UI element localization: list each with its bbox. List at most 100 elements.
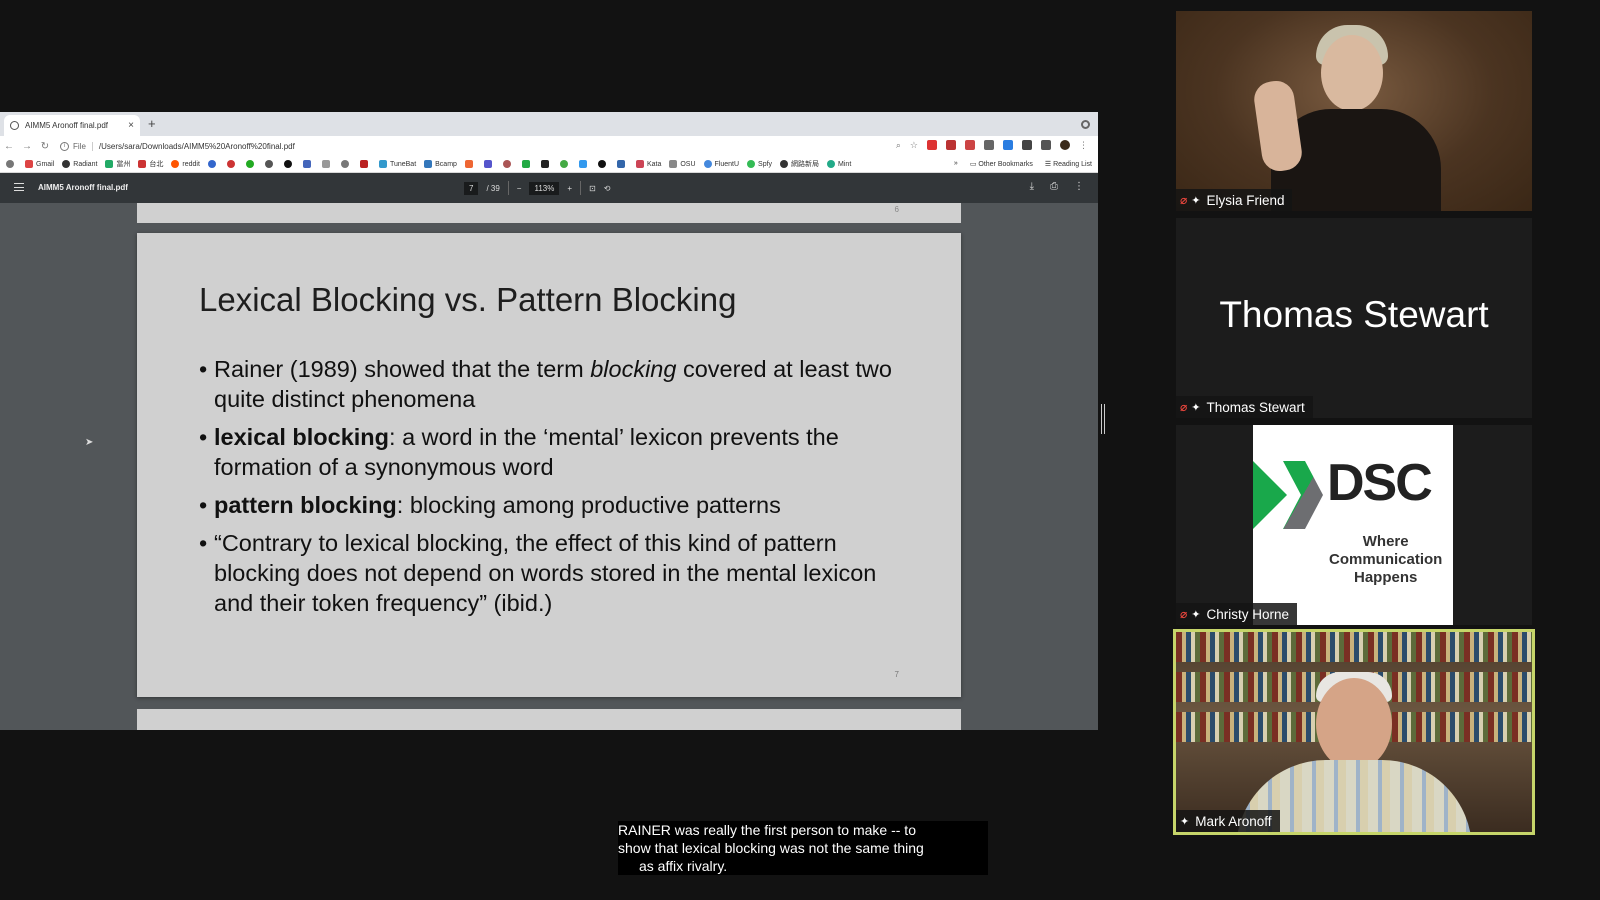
zoom-icon[interactable]: ⌕ [896, 140, 901, 151]
back-icon[interactable]: ← [0, 141, 18, 152]
zoom-level-input[interactable]: 113% [529, 181, 560, 195]
info-icon[interactable]: i [60, 141, 69, 151]
close-tab-icon[interactable]: × [128, 120, 134, 131]
bookmark-item[interactable]: Mint [827, 160, 851, 168]
bookmark-item[interactable]: Kata [635, 160, 661, 168]
bookmark-icon[interactable] [359, 160, 371, 168]
download-icon[interactable]: ⤓ [1030, 181, 1034, 192]
reload-icon[interactable]: ↻ [36, 141, 54, 152]
bookmark-icon[interactable] [578, 160, 590, 168]
reading-list-button[interactable]: ☰ Reading List [1045, 160, 1092, 168]
participant-tile[interactable]: Thomas Stewart ⌀ ✦ Thomas Stewart [1176, 218, 1532, 418]
bookmark-item[interactable]: OSU [669, 160, 696, 168]
divider [507, 181, 509, 195]
forward-icon[interactable]: → [18, 141, 36, 152]
bookmark-item[interactable]: 台北 [138, 159, 163, 169]
bookmark-item[interactable]: Radiant [62, 160, 97, 168]
bookmark-icon[interactable] [559, 160, 571, 168]
extension-icon[interactable] [1003, 140, 1013, 150]
pin-icon: ✦ [1191, 608, 1201, 621]
extension-icon[interactable] [1022, 140, 1032, 150]
bookmark-item[interactable]: 當州 [105, 159, 130, 169]
bookmark-item[interactable]: Gmail [25, 160, 54, 168]
address-scheme: File [73, 141, 93, 151]
bookmark-icon[interactable] [264, 160, 276, 168]
extension-icon[interactable] [927, 140, 937, 150]
participant-display-name: Thomas Stewart [1219, 294, 1489, 335]
pdf-toolbar: AIMM5 Aronoff final.pdf 7 / 39 − 113% + … [0, 173, 1098, 203]
bookmark-item[interactable]: Bcamp [424, 160, 457, 168]
page-number-input[interactable]: 7 [464, 181, 479, 195]
star-icon[interactable]: ☆ [910, 140, 918, 151]
bookmark-icon[interactable] [540, 160, 552, 168]
apps-icon[interactable] [6, 160, 17, 168]
page-total: / 39 [486, 183, 500, 193]
bullet-item: “Contrary to lexical blocking, the effec… [199, 528, 919, 618]
bookmark-item[interactable]: Spfy [747, 160, 772, 168]
fit-page-icon[interactable]: ⊡ [589, 184, 596, 193]
live-captions: RAINER was really the first person to ma… [618, 821, 988, 875]
print-icon[interactable]: ⎙ [1050, 181, 1058, 192]
participant-video [1176, 632, 1532, 832]
extensions-area: ⌕ ☆ ⋮ [896, 140, 1088, 151]
mouse-cursor-icon: ➤ [85, 437, 94, 448]
mic-off-icon: ⌀ [1180, 607, 1188, 621]
bookmark-item[interactable]: FluentU [703, 160, 739, 168]
extension-icon[interactable] [946, 140, 956, 150]
rotate-icon[interactable]: ⟲ [604, 184, 611, 193]
participant-tile[interactable]: ⌀ ✦ Elysia Friend [1176, 11, 1532, 211]
bookmark-icon[interactable] [597, 160, 609, 168]
bookmark-icon[interactable] [302, 160, 314, 168]
zoom-out-button[interactable]: − [517, 184, 522, 193]
browser-tab[interactable]: AIMM5 Aronoff final.pdf × [4, 115, 140, 136]
bookmark-item[interactable]: 網路新局 [780, 159, 819, 169]
pdf-viewer[interactable]: 6 Lexical Blocking vs. Pattern Blocking … [0, 203, 1098, 730]
bookmark-icon[interactable] [207, 160, 219, 168]
omnibox[interactable]: i File /Users/sara/Downloads/AIMM5%20Aro… [60, 141, 295, 151]
bookmark-icon[interactable] [226, 160, 238, 168]
address-url[interactable]: /Users/sara/Downloads/AIMM5%20Aronoff%20… [99, 142, 295, 151]
caption-line: show that lexical blocking was not the s… [618, 839, 988, 857]
mic-off-icon: ⌀ [1180, 193, 1188, 207]
page-navigator: 7 / 39 − 113% + ⊡ ⟲ [464, 181, 610, 195]
zoom-in-button[interactable]: + [567, 184, 572, 193]
new-tab-button[interactable]: + [148, 116, 156, 131]
bookmark-icon[interactable] [283, 160, 295, 168]
bookmark-icon[interactable] [464, 160, 476, 168]
bookmark-icon[interactable] [321, 160, 333, 168]
menu-icon[interactable] [14, 183, 24, 191]
bookmark-item[interactable]: TuneBat [378, 160, 416, 168]
bookmark-item[interactable]: reddit [171, 160, 200, 168]
record-icon [1081, 120, 1090, 129]
bookmark-icon[interactable] [245, 160, 257, 168]
caption-line: as affix rivalry. [618, 857, 988, 875]
bookmark-icon[interactable] [616, 160, 628, 168]
tab-title: AIMM5 Aronoff final.pdf [25, 121, 109, 130]
bullet-item: Rainer (1989) showed that the term block… [199, 354, 919, 414]
bookmark-icon[interactable] [483, 160, 495, 168]
pdf-page-current: Lexical Blocking vs. Pattern Blocking Ra… [137, 233, 961, 697]
extension-icon[interactable] [965, 140, 975, 150]
participant-tile-active-speaker[interactable]: ✦ Mark Aronoff [1173, 629, 1535, 835]
bookmark-icon[interactable] [340, 160, 352, 168]
bookmarks-overflow-button[interactable]: » [954, 160, 958, 168]
bookmark-icon[interactable] [521, 160, 533, 168]
other-bookmarks-folder[interactable]: ▭ Other Bookmarks [970, 160, 1033, 168]
participant-nametag: ✦ Mark Aronoff [1176, 810, 1280, 832]
participant-tile[interactable]: DSC Where Communication Happens ⌀ ✦ Chri… [1176, 425, 1532, 625]
extension-icon[interactable] [984, 140, 994, 150]
more-options-icon[interactable]: ⋮ [1074, 181, 1084, 192]
pin-icon: ✦ [1191, 401, 1201, 414]
puzzle-icon[interactable] [1041, 140, 1051, 150]
participant-video [1176, 11, 1532, 211]
logo-tagline: Where Communication Happens [1329, 533, 1443, 586]
bookmark-icon[interactable] [502, 160, 514, 168]
page-number: 7 [894, 670, 899, 679]
participant-nametag: ⌀ ✦ Elysia Friend [1176, 189, 1293, 211]
bullet-item: lexical blocking: a word in the ‘mental’… [199, 422, 919, 482]
avatar[interactable] [1060, 140, 1070, 150]
pin-icon: ✦ [1191, 194, 1201, 207]
resize-handle[interactable] [1101, 404, 1105, 434]
pdf-page: 6 [137, 203, 961, 223]
kebab-menu-icon[interactable]: ⋮ [1079, 140, 1088, 151]
